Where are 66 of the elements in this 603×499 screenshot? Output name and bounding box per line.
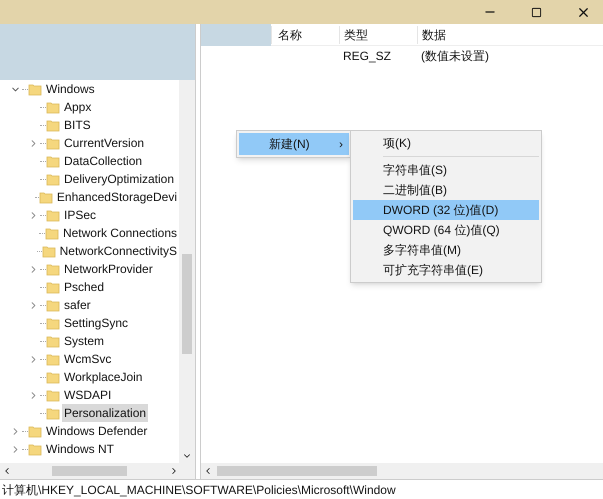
folder-icon	[46, 334, 60, 348]
folder-icon	[38, 190, 53, 204]
tree-item[interactable]: EnhancedStorageDevi	[54, 188, 179, 206]
horizontal-scrollbar[interactable]	[0, 463, 195, 479]
folder-icon	[46, 316, 60, 330]
maximize-icon[interactable]	[531, 6, 542, 18]
menu-item[interactable]: 新建(N) ›	[239, 133, 349, 155]
type-cell-text: REG_SZ	[342, 48, 392, 65]
tree-item[interactable]: CurrentVersion	[62, 134, 146, 152]
folder-icon	[46, 208, 60, 222]
folder-icon	[44, 226, 59, 240]
menu-item[interactable]: DWORD (32 位)值(D)	[353, 200, 539, 220]
submenu-arrow: ›	[339, 136, 343, 153]
folder-icon	[46, 262, 60, 276]
column-header[interactable]: 名称	[271, 26, 339, 44]
tree-item[interactable]: IPSec	[62, 206, 98, 224]
tree-item[interactable]: SettingSync	[62, 314, 130, 332]
folder-icon	[28, 442, 42, 456]
tree-item[interactable]: NetworkProvider	[62, 260, 155, 278]
tree-item[interactable]: Windows	[44, 80, 97, 98]
folder-icon	[46, 370, 60, 384]
status-bar: 计算机\HKEY_LOCAL_MACHINE\SOFTWARE\Policies\Microsoft\Window	[0, 479, 603, 499]
horizontal-scrollbar[interactable]	[201, 463, 603, 479]
folder-icon	[46, 352, 60, 366]
folder-icon	[46, 136, 60, 150]
scrollbar-thumb[interactable]	[182, 254, 192, 354]
column-header[interactable]: 类型	[339, 26, 417, 44]
data-cell-text: (数值未设置)	[420, 48, 489, 65]
tree-item[interactable]: Windows NT	[44, 440, 116, 458]
tree-item[interactable]: System	[62, 332, 106, 350]
tree-item[interactable]: DeliveryOptimization	[62, 170, 176, 188]
blurred-area	[201, 24, 271, 46]
folder-icon	[42, 244, 56, 258]
tree-item[interactable]: WorkplaceJoin	[62, 368, 144, 386]
tree-item[interactable]: safer	[62, 296, 93, 314]
tree-item[interactable]: Windows Defender	[44, 422, 150, 440]
scrollbar-thumb[interactable]	[217, 466, 377, 476]
folder-icon	[46, 118, 60, 132]
folder-icon	[28, 82, 42, 96]
folder-icon	[46, 154, 60, 168]
folder-icon	[28, 424, 42, 438]
tree-item[interactable]: Appx	[62, 98, 94, 116]
tree-item[interactable]: Psched	[62, 278, 106, 296]
scrollbar-thumb[interactable]	[52, 466, 127, 476]
tree-item[interactable]: NetworkConnectivityS	[58, 242, 179, 260]
tree-item[interactable]: BITS	[62, 116, 93, 134]
folder-icon	[46, 298, 60, 312]
menu-item[interactable]: 字符串值(S)	[353, 160, 539, 180]
folder-icon	[46, 172, 60, 186]
folder-icon	[46, 406, 60, 420]
vertical-scrollbar[interactable]	[179, 80, 195, 463]
folder-icon	[46, 100, 60, 114]
column-header[interactable]: 数据	[417, 26, 537, 44]
folder-icon	[46, 280, 60, 294]
menu-item[interactable]: 多字符串值(M)	[353, 240, 539, 260]
tree-item[interactable]: Network Connections	[60, 224, 179, 242]
menu-item[interactable]: 项(K)	[353, 133, 539, 153]
tree-item[interactable]: WSDAPI	[62, 386, 114, 404]
tree-item[interactable]: WcmSvc	[62, 350, 114, 368]
menu-label: 新建(N)	[269, 136, 310, 153]
menu-item[interactable]: 二进制值(B)	[353, 180, 539, 200]
folder-icon	[46, 388, 60, 402]
menu-item[interactable]: QWORD (64 位)值(Q)	[353, 220, 539, 240]
tree-item[interactable]: Personalization	[62, 404, 148, 422]
tree-item[interactable]: DataCollection	[62, 152, 144, 170]
menu-item[interactable]: 可扩充字符串值(E)	[353, 260, 539, 280]
